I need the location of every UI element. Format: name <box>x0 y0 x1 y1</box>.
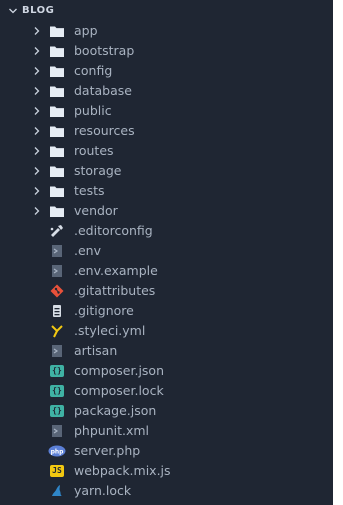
file-label: composer.json <box>74 363 165 378</box>
git-icon <box>48 283 66 299</box>
folder-item[interactable]: database <box>0 81 333 101</box>
file-item[interactable]: phpunit.xml <box>0 421 333 441</box>
file-item[interactable]: .gitattributes <box>0 281 333 301</box>
folder-item[interactable]: vendor <box>0 201 333 221</box>
file-explorer-panel: BLOG app bootstrap config database public res… <box>0 0 333 505</box>
chevron-right-icon[interactable] <box>30 24 44 38</box>
yaml-icon <box>48 323 66 339</box>
file-label: .styleci.yml <box>74 323 146 338</box>
json-icon: {} <box>50 365 64 377</box>
folder-item[interactable]: config <box>0 61 333 81</box>
env-file-icon <box>48 263 66 279</box>
folder-item[interactable]: bootstrap <box>0 41 333 61</box>
file-label: phpunit.xml <box>74 423 150 438</box>
folder-label: tests <box>74 183 105 198</box>
json-icon: {} <box>50 385 64 397</box>
chevron-right-icon[interactable] <box>30 104 44 118</box>
file-item[interactable]: .editorconfig <box>0 221 333 241</box>
folder-icon <box>48 163 66 179</box>
folder-icon <box>48 43 66 59</box>
file-item[interactable]: php server.php <box>0 441 333 461</box>
file-item[interactable]: artisan <box>0 341 333 361</box>
chevron-right-icon[interactable] <box>30 204 44 218</box>
file-item[interactable]: {} composer.lock <box>0 381 333 401</box>
file-label: server.php <box>74 443 141 458</box>
folder-icon <box>48 63 66 79</box>
file-item[interactable]: JS webpack.mix.js <box>0 461 333 481</box>
file-label: webpack.mix.js <box>74 463 171 478</box>
gitignore-icon <box>48 303 66 319</box>
chevron-right-icon[interactable] <box>30 184 44 198</box>
file-item[interactable]: {} composer.json <box>0 361 333 381</box>
generic-file-icon <box>48 343 66 359</box>
folder-label: public <box>74 103 112 118</box>
folder-icon <box>48 123 66 139</box>
folder-label: storage <box>74 163 122 178</box>
root-folder-label: BLOG <box>22 5 55 16</box>
file-item[interactable]: yarn.lock <box>0 481 333 501</box>
yarn-icon <box>48 483 66 499</box>
file-item[interactable]: .env <box>0 241 333 261</box>
file-label: yarn.lock <box>74 483 132 498</box>
folder-icon <box>48 183 66 199</box>
file-label: .env <box>74 243 101 258</box>
file-item[interactable]: .styleci.yml <box>0 321 333 341</box>
file-label: .editorconfig <box>74 223 153 238</box>
folder-item[interactable]: public <box>0 101 333 121</box>
env-file-icon <box>48 243 66 259</box>
chevron-right-icon[interactable] <box>30 64 44 78</box>
chevron-right-icon[interactable] <box>30 124 44 138</box>
svg-text:php: php <box>51 449 65 456</box>
javascript-icon: JS <box>50 465 64 477</box>
file-label: composer.lock <box>74 383 164 398</box>
file-item[interactable]: .env.example <box>0 261 333 281</box>
chevron-right-icon[interactable] <box>30 164 44 178</box>
folder-label: config <box>74 63 113 78</box>
file-item[interactable]: {} package.json <box>0 401 333 421</box>
folder-icon <box>48 83 66 99</box>
chevron-down-icon <box>6 4 20 18</box>
folder-item[interactable]: tests <box>0 181 333 201</box>
file-label: artisan <box>74 343 118 358</box>
folder-item[interactable]: routes <box>0 141 333 161</box>
chevron-right-icon[interactable] <box>30 44 44 58</box>
xml-icon <box>48 423 66 439</box>
folder-label: bootstrap <box>74 43 135 58</box>
folder-icon <box>48 203 66 219</box>
folder-icon <box>48 103 66 119</box>
file-label: .gitattributes <box>74 283 156 298</box>
json-icon: {} <box>50 405 64 417</box>
folder-item[interactable]: app <box>0 21 333 41</box>
file-tree: app bootstrap config database public resource… <box>0 21 333 501</box>
php-icon: php <box>48 443 66 459</box>
folder-label: routes <box>74 143 114 158</box>
folder-label: app <box>74 23 98 38</box>
file-label: package.json <box>74 403 157 418</box>
folder-label: vendor <box>74 203 118 218</box>
file-label: .env.example <box>74 263 158 278</box>
chevron-right-icon[interactable] <box>30 84 44 98</box>
chevron-right-icon[interactable] <box>30 144 44 158</box>
folder-label: resources <box>74 123 135 138</box>
folder-icon <box>48 23 66 39</box>
folder-label: database <box>74 83 132 98</box>
folder-item[interactable]: storage <box>0 161 333 181</box>
file-item[interactable]: .gitignore <box>0 301 333 321</box>
explorer-root-folder[interactable]: BLOG <box>0 0 333 21</box>
folder-icon <box>48 143 66 159</box>
file-label: .gitignore <box>74 303 134 318</box>
folder-item[interactable]: resources <box>0 121 333 141</box>
editorconfig-icon <box>48 223 66 239</box>
